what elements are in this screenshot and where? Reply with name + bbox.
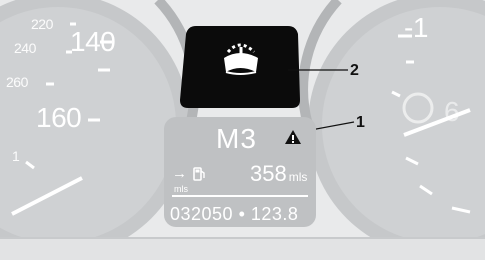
warning-triangle-icon <box>285 130 301 144</box>
speed-label-160: 160 <box>36 102 82 133</box>
info-display: M3 → 358 mls mls 032050 • 123.8 <box>164 117 316 227</box>
cluster-base <box>0 238 485 260</box>
callout-2: 2 <box>350 62 359 79</box>
speed-label-260: 260 <box>6 74 28 90</box>
fuel-range-arrow: → <box>172 165 187 182</box>
tach-label-6: 6 <box>444 96 460 127</box>
instrument-cluster: 220 140 240 260 160 1 -1 6 M3 → 358 mls m… <box>0 0 485 260</box>
range-readout: 358 mls <box>250 161 307 187</box>
speed-label-240: 240 <box>14 40 36 56</box>
range-value: 358 <box>250 161 287 186</box>
mls-label: mls <box>174 184 188 194</box>
speed-label-140: 140 <box>70 26 116 57</box>
tachometer-gauge <box>298 0 485 257</box>
fuel-pump-icon <box>193 167 205 181</box>
odometer-readout: 032050 • 123.8 <box>170 204 299 224</box>
display-divider <box>172 195 308 197</box>
speed-label-220: 220 <box>31 16 53 32</box>
gear-indicator: M3 <box>216 123 257 154</box>
speed-label-1: 1 <box>12 148 20 164</box>
range-unit: mls <box>288 170 308 184</box>
callout-1: 1 <box>356 114 365 131</box>
tach-label-minus-1: -1 <box>404 12 428 43</box>
